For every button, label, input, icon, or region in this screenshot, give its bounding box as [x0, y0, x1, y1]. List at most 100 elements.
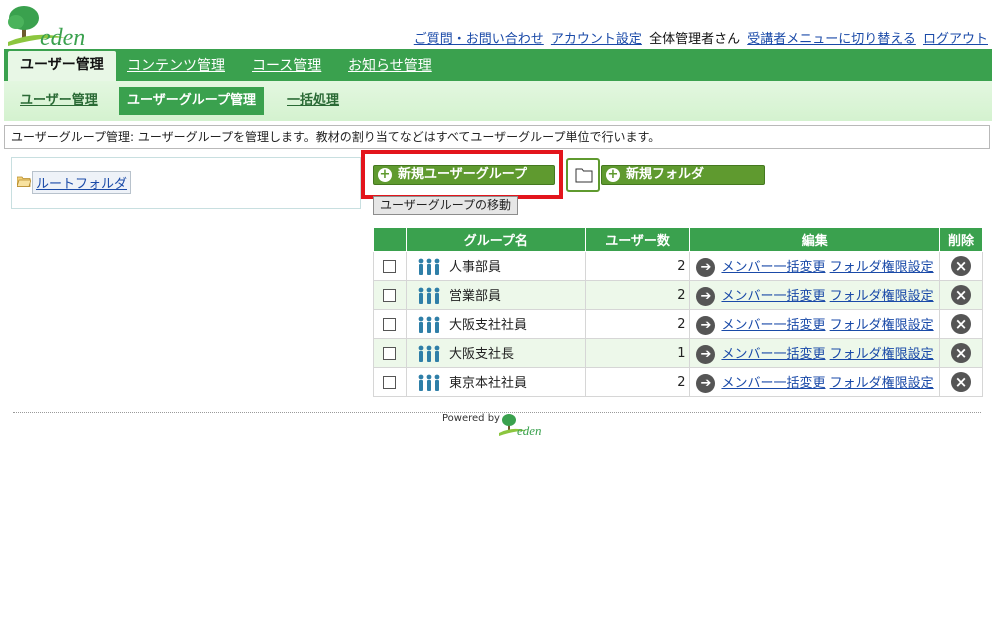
- group-name: 人事部員: [448, 259, 501, 275]
- folder-tree: ルートフォルダ: [11, 157, 361, 209]
- bulk-member-change-link[interactable]: メンバー一括変更: [721, 318, 825, 333]
- footer-logo-text: eden: [517, 423, 542, 437]
- arrow-right-icon[interactable]: ➔: [696, 373, 716, 393]
- edit-cell: ➔ メンバー一括変更 フォルダ権限設定: [689, 338, 940, 368]
- logout-link[interactable]: ログアウト: [923, 32, 988, 47]
- delete-icon[interactable]: ×: [951, 314, 971, 334]
- delete-icon[interactable]: ×: [951, 256, 971, 276]
- tab-content-management[interactable]: コンテンツ管理: [115, 52, 237, 81]
- row-checkbox[interactable]: [383, 346, 397, 360]
- new-folder-label: 新規フォルダ: [626, 167, 705, 182]
- group-name-cell: 東京本社社員: [405, 367, 586, 397]
- folder-icon: [575, 168, 593, 183]
- row-select-cell: [373, 251, 407, 281]
- table-row: 大阪支社社員 2 ➔ メンバー一括変更 フォルダ権限設定 ×: [373, 309, 983, 339]
- arrow-right-icon[interactable]: ➔: [696, 257, 716, 277]
- main-nav: ユーザー管理 コンテンツ管理 コース管理 お知らせ管理: [4, 49, 992, 81]
- bulk-member-change-link[interactable]: メンバー一括変更: [721, 260, 825, 275]
- delete-cell: ×: [939, 367, 983, 397]
- group-name: 大阪支社長: [448, 346, 514, 362]
- account-settings-link[interactable]: アカウント設定: [551, 32, 642, 47]
- user-count: 2: [677, 287, 686, 303]
- arrow-right-icon[interactable]: ➔: [696, 286, 716, 306]
- delete-icon[interactable]: ×: [951, 285, 971, 305]
- user-count: 2: [677, 316, 686, 332]
- group-name-cell: 大阪支社長: [405, 338, 586, 368]
- bulk-member-change-link[interactable]: メンバー一括変更: [721, 347, 825, 362]
- arrow-right-icon[interactable]: ➔: [696, 344, 716, 364]
- new-folder-button[interactable]: + 新規フォルダ: [601, 165, 765, 185]
- user-count: 2: [677, 258, 686, 274]
- folder-permission-link[interactable]: フォルダ権限設定: [830, 289, 934, 304]
- edit-cell: ➔ メンバー一括変更 フォルダ権限設定: [689, 251, 940, 281]
- user-group-icon: [418, 374, 440, 392]
- bulk-member-change-link[interactable]: メンバー一括変更: [721, 376, 825, 391]
- folder-permission-link[interactable]: フォルダ権限設定: [830, 347, 934, 362]
- user-count-cell: 2: [584, 309, 691, 339]
- user-count: 2: [677, 374, 686, 390]
- user-group-icon: [418, 287, 440, 305]
- user-count: 1: [677, 345, 686, 361]
- header-links: ご質問・お問い合わせ アカウント設定 全体管理者さん 受講者メニューに切り替える…: [411, 28, 988, 47]
- eden-logo: eden: [6, 4, 116, 51]
- subtab-user-management[interactable]: ユーザー管理: [12, 87, 106, 115]
- col-user-count: ユーザー数: [584, 227, 691, 252]
- table-row: 東京本社社員 2 ➔ メンバー一括変更 フォルダ権限設定 ×: [373, 367, 983, 397]
- sub-nav: ユーザー管理 ユーザーグループ管理 一括処理: [4, 81, 992, 121]
- delete-cell: ×: [939, 251, 983, 281]
- table-row: 営業部員 2 ➔ メンバー一括変更 フォルダ権限設定 ×: [373, 280, 983, 310]
- row-checkbox[interactable]: [383, 317, 397, 331]
- highlight-box: [361, 150, 563, 199]
- delete-icon[interactable]: ×: [951, 372, 971, 392]
- user-count-cell: 1: [584, 338, 691, 368]
- tab-user-management[interactable]: ユーザー管理: [8, 51, 116, 81]
- col-delete: 削除: [939, 227, 983, 252]
- edit-cell: ➔ メンバー一括変更 フォルダ権限設定: [689, 367, 940, 397]
- move-user-group-button[interactable]: ユーザーグループの移動: [373, 196, 519, 215]
- folder-button[interactable]: [566, 158, 600, 192]
- group-name: 営業部員: [448, 288, 501, 304]
- logo-text: eden: [40, 25, 85, 48]
- row-checkbox[interactable]: [383, 259, 397, 273]
- arrow-right-icon[interactable]: ➔: [696, 315, 716, 335]
- edit-cell: ➔ メンバー一括変更 フォルダ権限設定: [689, 309, 940, 339]
- edit-cell: ➔ メンバー一括変更 フォルダ権限設定: [689, 280, 940, 310]
- bulk-member-change-link[interactable]: メンバー一括変更: [721, 289, 825, 304]
- user-count-cell: 2: [584, 280, 691, 310]
- col-select: [373, 227, 407, 252]
- delete-cell: ×: [939, 309, 983, 339]
- row-select-cell: [373, 280, 407, 310]
- user-group-icon: [418, 345, 440, 363]
- switch-to-learner-menu-link[interactable]: 受講者メニューに切り替える: [747, 32, 916, 47]
- footer: Powered by eden: [442, 413, 542, 437]
- root-folder-link[interactable]: ルートフォルダ: [32, 171, 132, 194]
- folder-permission-link[interactable]: フォルダ権限設定: [830, 318, 934, 333]
- col-group-name: グループ名: [405, 227, 586, 252]
- user-group-icon: [418, 258, 440, 276]
- page-description: ユーザーグループ管理: ユーザーグループを管理します。教材の割り当てなどはすべて…: [4, 125, 990, 149]
- folder-permission-link[interactable]: フォルダ権限設定: [830, 376, 934, 391]
- tab-notice-management[interactable]: お知らせ管理: [336, 52, 444, 81]
- delete-cell: ×: [939, 338, 983, 368]
- subtab-user-group-management[interactable]: ユーザーグループ管理: [119, 87, 264, 115]
- delete-cell: ×: [939, 280, 983, 310]
- subtab-bulk-processing[interactable]: 一括処理: [279, 87, 347, 115]
- plus-icon: +: [606, 167, 620, 182]
- row-select-cell: [373, 367, 407, 397]
- folder-permission-link[interactable]: フォルダ権限設定: [830, 260, 934, 275]
- user-group-icon: [418, 316, 440, 334]
- row-select-cell: [373, 309, 407, 339]
- row-checkbox[interactable]: [383, 375, 397, 389]
- contact-link[interactable]: ご質問・お問い合わせ: [414, 32, 544, 47]
- user-count-cell: 2: [584, 251, 691, 281]
- table-row: 大阪支社長 1 ➔ メンバー一括変更 フォルダ権限設定 ×: [373, 338, 983, 368]
- current-user: 全体管理者さん: [649, 32, 741, 47]
- footer-eden-logo: eden: [499, 414, 542, 437]
- col-edit: 編集: [689, 227, 940, 252]
- row-select-cell: [373, 338, 407, 368]
- delete-icon[interactable]: ×: [951, 343, 971, 363]
- tab-course-management[interactable]: コース管理: [240, 52, 333, 81]
- user-count-cell: 2: [584, 367, 691, 397]
- user-group-table: グループ名 ユーザー数 編集 削除 人事部員 2 ➔ メンバー一括変更 フォルダ権限設…: [373, 227, 983, 397]
- row-checkbox[interactable]: [383, 288, 397, 302]
